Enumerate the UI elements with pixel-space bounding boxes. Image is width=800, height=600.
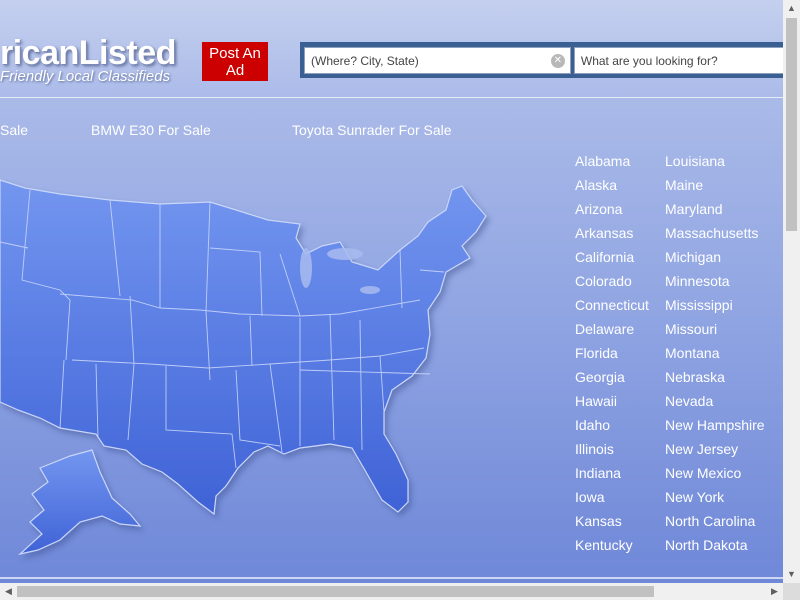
state-link[interactable]: Iowa (575, 488, 649, 512)
state-link[interactable]: New Hampshire (665, 416, 765, 440)
top-link[interactable]: Toyota Sunrader For Sale (292, 122, 452, 138)
state-link[interactable]: New Mexico (665, 464, 765, 488)
state-link[interactable]: Arizona (575, 200, 649, 224)
arrow-up-icon[interactable]: ▲ (783, 0, 800, 17)
page-viewport: ricanListed Friendly Local Classifieds P… (0, 0, 783, 583)
top-link[interactable]: Sale (0, 122, 28, 138)
states-column-2: Louisiana Maine Maryland Massachusetts M… (665, 152, 765, 560)
state-link[interactable]: New Jersey (665, 440, 765, 464)
state-link[interactable]: Massachusetts (665, 224, 765, 248)
state-link[interactable]: Michigan (665, 248, 765, 272)
location-field-wrapper: ✕ (304, 47, 571, 74)
state-link[interactable]: Colorado (575, 272, 649, 296)
state-link[interactable]: Minnesota (665, 272, 765, 296)
state-link[interactable]: Georgia (575, 368, 649, 392)
state-link[interactable]: Hawaii (575, 392, 649, 416)
top-link[interactable]: BMW E30 For Sale (91, 122, 211, 138)
footer-divider (0, 577, 783, 579)
arrow-down-icon[interactable]: ▼ (783, 566, 800, 583)
state-link[interactable]: Connecticut (575, 296, 649, 320)
state-link[interactable]: Florida (575, 344, 649, 368)
state-link[interactable]: Maine (665, 176, 765, 200)
horizontal-scrollbar[interactable]: ◀ ▶ (0, 583, 783, 600)
state-link[interactable]: North Carolina (665, 512, 765, 536)
site-tagline: Friendly Local Classifieds (0, 68, 171, 85)
state-link[interactable]: Indiana (575, 464, 649, 488)
state-link[interactable]: North Dakota (665, 536, 765, 560)
vertical-scroll-thumb[interactable] (786, 18, 797, 231)
query-input[interactable] (574, 48, 783, 73)
state-link[interactable]: Mississippi (665, 296, 765, 320)
vertical-scrollbar[interactable]: ▲ ▼ (783, 0, 800, 583)
arrow-right-icon[interactable]: ▶ (766, 583, 783, 600)
clear-icon[interactable]: ✕ (550, 54, 565, 68)
state-link[interactable]: California (575, 248, 649, 272)
arrow-left-icon[interactable]: ◀ (0, 583, 17, 600)
state-link[interactable]: Delaware (575, 320, 649, 344)
location-input[interactable] (305, 48, 570, 73)
state-link[interactable]: Maryland (665, 200, 765, 224)
state-link[interactable]: Montana (665, 344, 765, 368)
state-link[interactable]: Kentucky (575, 536, 649, 560)
state-link[interactable]: Alaska (575, 176, 649, 200)
post-ad-button[interactable]: Post An Ad (202, 42, 268, 81)
state-link[interactable]: New York (665, 488, 765, 512)
header-divider (0, 97, 783, 98)
scrollbar-corner (783, 583, 800, 600)
states-column-1: Alabama Alaska Arizona Arkansas Californ… (575, 152, 649, 560)
query-field-wrapper (573, 47, 783, 74)
horizontal-scroll-thumb[interactable] (17, 586, 654, 597)
state-link[interactable]: Alabama (575, 152, 649, 176)
state-link[interactable]: Nebraska (665, 368, 765, 392)
us-map[interactable] (0, 150, 500, 570)
state-link[interactable]: Nevada (665, 392, 765, 416)
state-link[interactable]: Illinois (575, 440, 649, 464)
state-link[interactable]: Louisiana (665, 152, 765, 176)
search-bar: ✕ (300, 42, 783, 78)
state-link[interactable]: Missouri (665, 320, 765, 344)
state-link[interactable]: Arkansas (575, 224, 649, 248)
state-link[interactable]: Kansas (575, 512, 649, 536)
state-link[interactable]: Idaho (575, 416, 649, 440)
